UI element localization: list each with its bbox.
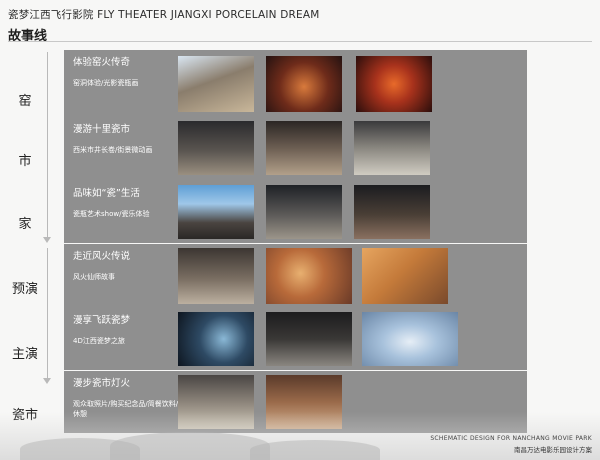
kiln-gallery-photo (178, 56, 254, 112)
arrow-line-2 (47, 248, 48, 378)
craftsmen-illustration (362, 248, 448, 304)
flying-theater-render (362, 312, 458, 366)
exhibit-room-photo (178, 248, 254, 304)
arrow-down-icon (43, 237, 51, 243)
row-title: 品味如“瓷”生活 (73, 188, 140, 199)
kiln-fire-red-photo (356, 56, 432, 112)
market-gate-photo (354, 121, 430, 175)
row-title: 漫游十里瓷市 (73, 124, 131, 135)
row-description: 窑洞体验/光影瓷瓶画 (73, 79, 139, 87)
market-street-photo (178, 121, 254, 175)
courtyard-night-photo (354, 185, 430, 239)
story-row-preview: 走近风火传说 风火仙师故事 (64, 244, 527, 308)
row-description: 瓷瓶艺术show/瓷乐体验 (73, 210, 150, 218)
stage-label-main: 主演 (11, 347, 38, 362)
story-row-kiln: 体验窑火传奇 窑洞体验/光影瓷瓶画 (64, 50, 527, 118)
row-description: 4D江西瓷梦之旅 (73, 337, 125, 345)
row-title: 漫步瓷市灯火 (73, 378, 131, 389)
fire-legend-painting (266, 248, 352, 304)
stage-label-market: 市 (18, 154, 32, 169)
story-row-home: 品味如“瓷”生活 瓷瓶艺术show/瓷乐体验 (64, 181, 527, 243)
story-row-market: 漫游十里瓷市 西米市井长卷/街景微动画 (64, 117, 527, 181)
page-title: 瓷梦江西飞行影院 FLY THEATER JIANGXI PORCELAIN D… (8, 9, 320, 21)
footer-english: SCHEMATIC DESIGN FOR NANCHANG MOVIE PARK (430, 435, 592, 442)
courtyard-blue-sky-photo (178, 185, 254, 239)
row-title: 漫享飞跃瓷梦 (73, 315, 131, 326)
stage-label-home: 家 (18, 217, 32, 232)
page-header: 瓷梦江西飞行影院 FLY THEATER JIANGXI PORCELAIN D… (8, 7, 320, 44)
mountain-decoration (250, 440, 380, 460)
header-divider (8, 41, 592, 42)
footer: SCHEMATIC DESIGN FOR NANCHANG MOVIE PARK… (430, 435, 592, 454)
row-description: 西米市井长卷/街景微动画 (73, 146, 153, 154)
row-description: 风火仙师故事 (73, 273, 115, 281)
footer-chinese: 南昌万达电影乐园设计方案 (514, 446, 592, 454)
row-title: 走近风火传说 (73, 251, 131, 262)
kiln-tunnel-red-photo (266, 56, 342, 112)
courtyard-hall-photo (266, 185, 342, 239)
stage-label-preview: 预演 (11, 282, 38, 297)
stage-label-kiln: 窑 (18, 94, 32, 109)
porcelain-display-photo (266, 312, 352, 366)
dome-theater-photo (178, 312, 254, 366)
story-row-main: 漫享飞跃瓷梦 4D江西瓷梦之旅 (64, 308, 527, 370)
market-lanterns-photo (266, 121, 342, 175)
arrow-line-1 (47, 52, 48, 237)
mountain-decoration (110, 432, 270, 460)
arrow-down-icon (43, 378, 51, 384)
storyline-stages: 窑 市 家 预演 主演 瓷市 (0, 50, 51, 425)
row-title: 体验窑火传奇 (73, 57, 131, 68)
